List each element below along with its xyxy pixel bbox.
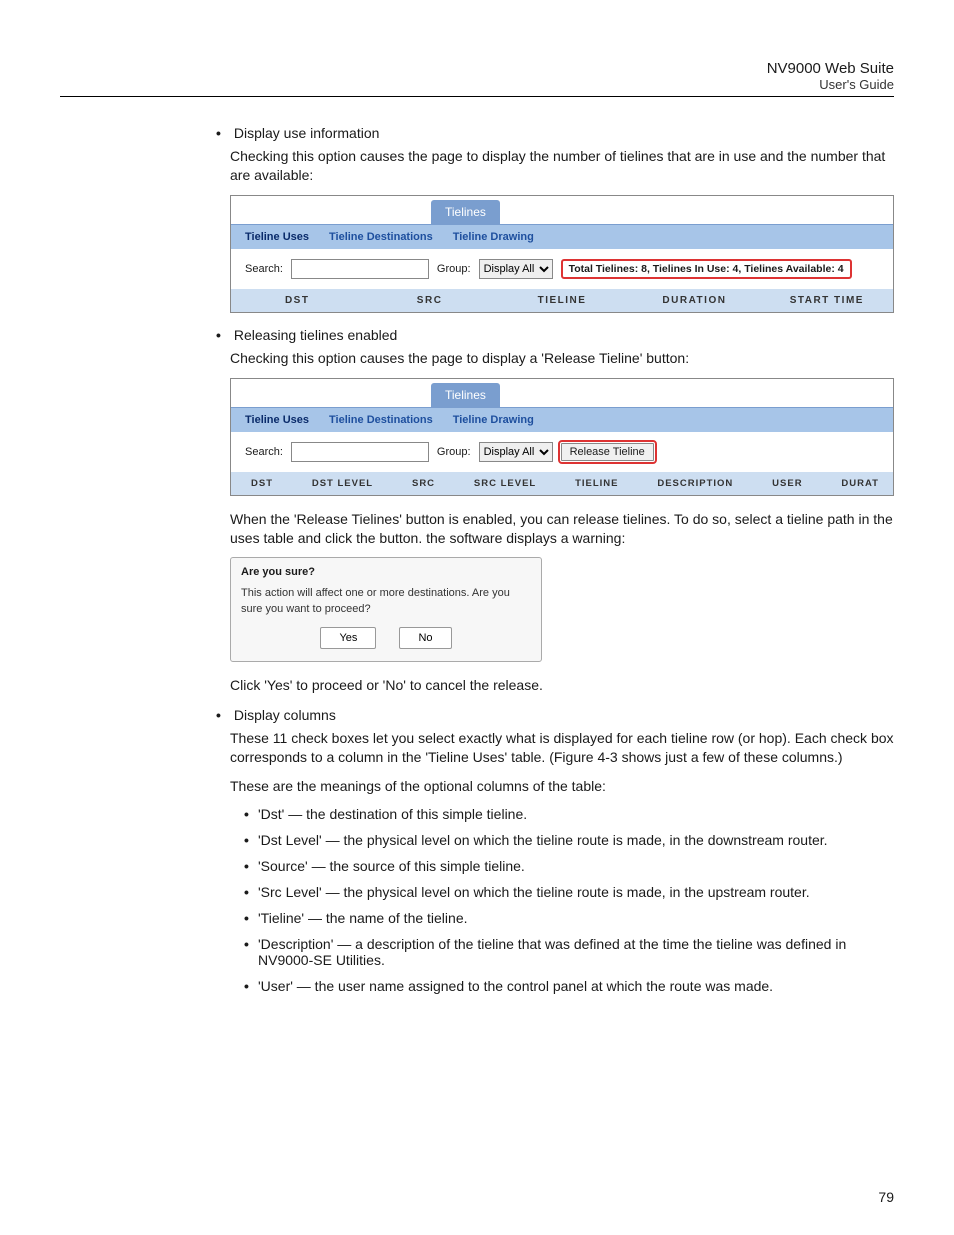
bullet-desc-2: These are the meanings of the optional c…: [230, 777, 894, 796]
col-dst[interactable]: DST: [231, 295, 363, 306]
col-meaning-dst: 'Dst' — the destination of this simple t…: [258, 806, 894, 822]
page-header: NV9000 Web Suite User's Guide: [60, 60, 894, 97]
col-meaning-src-level: 'Src Level' — the physical level on whic…: [258, 884, 894, 900]
col-description[interactable]: DESCRIPTION: [647, 478, 743, 489]
col-tieline[interactable]: TIELINE: [565, 478, 628, 489]
search-label: Search:: [245, 446, 283, 458]
col-dst[interactable]: DST: [241, 478, 283, 489]
col-meaning-tieline: 'Tieline' — the name of the tieline.: [258, 910, 894, 926]
col-meaning-description: 'Description' — a description of the tie…: [258, 936, 894, 968]
subtab-tieline-uses[interactable]: Tieline Uses: [245, 231, 309, 243]
figure-release-tieline: Tielines Tieline Uses Tieline Destinatio…: [230, 378, 894, 496]
figure-tielines-info: Tielines Tieline Uses Tieline Destinatio…: [230, 195, 894, 313]
bullet-desc-1: These 11 check boxes let you select exac…: [230, 729, 894, 767]
col-dst-level[interactable]: DST LEVEL: [302, 478, 383, 489]
main-tab-tielines[interactable]: Tielines: [431, 200, 500, 224]
group-select[interactable]: Display All: [479, 442, 553, 462]
release-explain-2: Click 'Yes' to proceed or 'No' to cancel…: [230, 676, 894, 695]
search-input[interactable]: [291, 259, 429, 279]
page-number: 79: [878, 1189, 894, 1205]
col-src[interactable]: SRC: [402, 478, 445, 489]
subtab-tieline-drawing[interactable]: Tieline Drawing: [453, 414, 534, 426]
bullet-title: Releasing tielines enabled: [234, 327, 397, 343]
tieline-count-info: Total Tielines: 8, Tielines In Use: 4, T…: [561, 259, 852, 279]
search-input[interactable]: [291, 442, 429, 462]
subtab-tieline-drawing[interactable]: Tieline Drawing: [453, 231, 534, 243]
release-tieline-button[interactable]: Release Tieline: [561, 443, 654, 461]
product-title: NV9000 Web Suite: [60, 60, 894, 77]
bullet-releasing-tielines: Releasing tielines enabled Checking this…: [230, 327, 894, 695]
confirm-dialog: Are you sure? This action will affect on…: [230, 557, 542, 662]
bullet-display-columns: Display columns These 11 check boxes let…: [230, 707, 894, 994]
group-label: Group:: [437, 446, 471, 458]
col-user[interactable]: USER: [762, 478, 812, 489]
col-start-time[interactable]: START TIME: [761, 295, 893, 306]
col-duration-trunc[interactable]: DURAT: [831, 478, 889, 489]
subtab-tieline-destinations[interactable]: Tieline Destinations: [329, 414, 433, 426]
yes-button[interactable]: Yes: [320, 627, 376, 649]
bullet-desc: Checking this option causes the page to …: [230, 147, 894, 185]
content-body: Display use information Checking this op…: [230, 125, 894, 994]
col-meaning-source: 'Source' — the source of this simple tie…: [258, 858, 894, 874]
col-duration[interactable]: DURATION: [628, 295, 760, 306]
main-tab-tielines[interactable]: Tielines: [431, 383, 500, 407]
no-button[interactable]: No: [399, 627, 451, 649]
group-select[interactable]: Display All: [479, 259, 553, 279]
col-meaning-user: 'User' — the user name assigned to the c…: [258, 978, 894, 994]
col-meaning-dst-level: 'Dst Level' — the physical level on whic…: [258, 832, 894, 848]
col-src[interactable]: SRC: [363, 295, 495, 306]
subtab-tieline-destinations[interactable]: Tieline Destinations: [329, 231, 433, 243]
col-tieline[interactable]: TIELINE: [496, 295, 628, 306]
bullet-display-use-info: Display use information Checking this op…: [230, 125, 894, 313]
release-explain-1: When the 'Release Tielines' button is en…: [230, 510, 894, 548]
bullet-desc: Checking this option causes the page to …: [230, 349, 894, 368]
group-label: Group:: [437, 263, 471, 275]
bullet-title: Display use information: [234, 125, 380, 141]
dialog-body: This action will affect one or more dest…: [231, 582, 541, 627]
bullet-title: Display columns: [234, 707, 336, 723]
col-src-level[interactable]: SRC LEVEL: [464, 478, 546, 489]
guide-subtitle: User's Guide: [60, 77, 894, 92]
dialog-title: Are you sure?: [231, 558, 541, 582]
subtab-tieline-uses[interactable]: Tieline Uses: [245, 414, 309, 426]
search-label: Search:: [245, 263, 283, 275]
